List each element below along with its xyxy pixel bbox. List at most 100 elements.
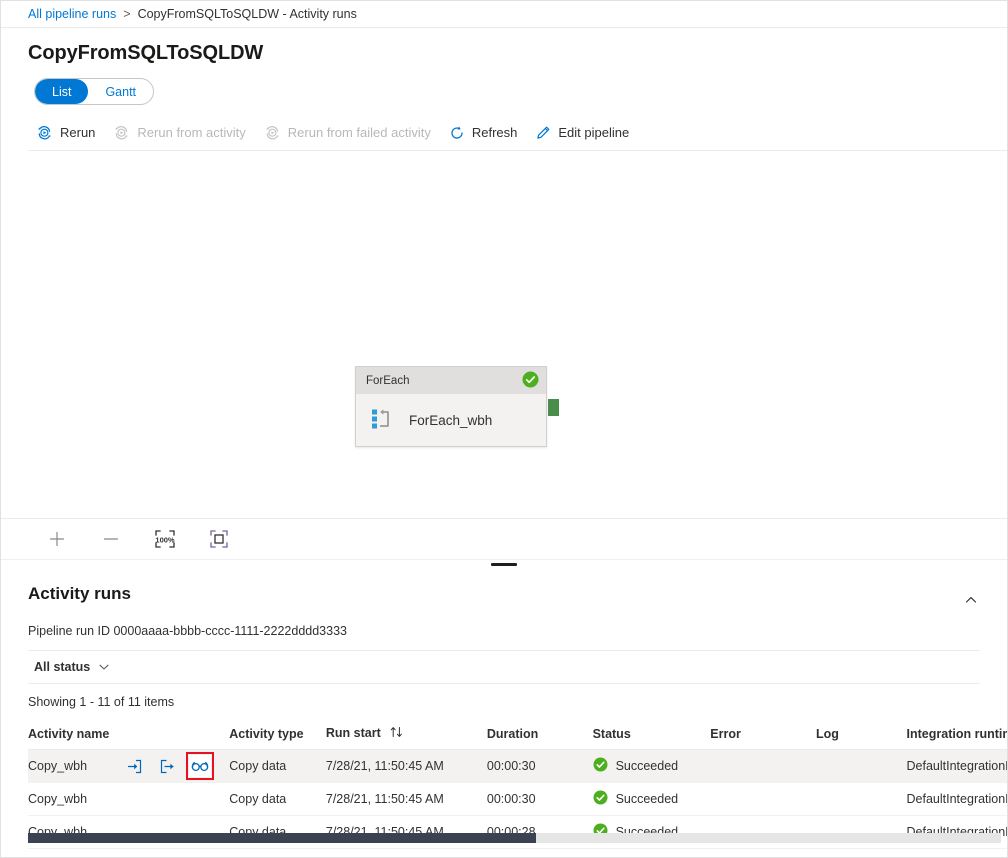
column-header-error[interactable]: Error [710,718,816,750]
cell-integration-runtime: DefaultIntegrationRuntime [907,783,1007,816]
collapse-panel-button[interactable] [957,586,985,614]
node-output-connector[interactable] [548,399,559,416]
column-header-activity-type[interactable]: Activity type [229,718,326,750]
status-success-icon [593,790,608,808]
fit-to-screen-icon [209,529,229,549]
cell-duration: 00:00:30 [487,750,593,783]
breadcrumb-current: CopyFromSQLToSQLDW - Activity runs [138,7,357,21]
refresh-icon [449,125,465,141]
command-bar: Rerun Rerun from activity [28,115,1007,151]
activity-runs-page: All pipeline runs > CopyFromSQLToSQLDW -… [0,0,1008,858]
cell-activity-name: Copy_wbh [28,783,229,816]
cell-activity-name: Copy_wbh [28,750,229,783]
cell-integration-runtime: DefaultIntegrationRuntime [907,750,1007,783]
rerun-from-activity-icon [113,124,130,141]
rerun-from-failed-activity-icon [264,124,281,141]
tab-list[interactable]: List [35,79,88,104]
cell-log [816,750,907,783]
zoom-100-percent-icon: 100% [154,529,176,549]
cell-activity-type: Copy data [229,816,326,849]
cell-run-start: 7/28/21, 11:50:45 AM [326,750,487,783]
activity-name-text: Copy_wbh [28,759,123,773]
splitter-handle[interactable] [491,563,517,566]
cell-duration: 00:00:28 [487,816,593,849]
column-header-status[interactable]: Status [593,718,711,750]
cell-run-start: 7/28/21, 11:50:45 AM [326,783,487,816]
cell-integration-runtime: DefaultIntegrationRuntime [907,816,1007,849]
status-text: Succeeded [616,792,679,806]
input-icon[interactable] [123,755,145,777]
breadcrumb: All pipeline runs > CopyFromSQLToSQLDW -… [1,1,1007,28]
foreach-icon [370,406,396,435]
edit-pipeline-label: Edit pipeline [558,125,629,140]
cell-run-start: 7/28/21, 11:50:45 AM [326,816,487,849]
rerun-label: Rerun [60,125,95,140]
table-row[interactable]: Copy_wbh Copy data 7/28/21, 11:50:45 AM … [28,816,1007,849]
zoom-in-button[interactable] [43,525,71,553]
cell-status: Succeeded [593,750,711,783]
cell-log [816,783,907,816]
cell-activity-name: Copy_wbh [28,816,229,849]
output-icon[interactable] [156,755,178,777]
activity-runs-table: Activity name Activity type Run start [28,718,1007,849]
column-header-activity-name[interactable]: Activity name [28,718,229,750]
rerun-from-activity-button: Rerun from activity [105,117,255,149]
node-header: ForEach [356,367,546,394]
view-pivot-container: List Gantt [1,65,1007,105]
cell-status: Succeeded [593,783,711,816]
status-filter-dropdown[interactable]: All status [28,654,116,680]
pencil-icon [535,125,551,141]
refresh-button[interactable]: Refresh [441,117,528,149]
breadcrumb-separator: > [123,7,130,21]
row-action-icons [123,755,211,777]
tab-gantt[interactable]: Gantt [88,79,153,104]
pipeline-canvas[interactable]: ForEach [1,151,1007,518]
column-header-log[interactable]: Log [816,718,907,750]
fit-to-screen-button[interactable] [205,525,233,553]
cell-error [710,783,816,816]
panel-splitter[interactable] [1,559,1007,570]
cell-duration: 00:00:30 [487,783,593,816]
column-header-duration[interactable]: Duration [487,718,593,750]
pipeline-node-foreach[interactable]: ForEach [355,366,547,447]
table-horizontal-scrollbar[interactable] [28,833,1001,843]
zoom-to-100-button[interactable]: 100% [151,525,179,553]
activity-runs-panel: Activity runs Pipeline run ID 0000aaaa-b… [1,570,1007,849]
chevron-up-icon [964,593,978,607]
showing-count-label: Showing 1 - 11 of 11 items [1,684,1007,709]
activity-runs-title: Activity runs [28,584,131,604]
column-header-run-start-label: Run start [326,726,381,740]
plus-icon [48,530,66,548]
view-pivot: List Gantt [34,78,154,105]
rerun-from-activity-label: Rerun from activity [137,125,245,140]
edit-pipeline-button[interactable]: Edit pipeline [527,117,639,149]
sort-ascending-descending-icon [390,726,404,741]
table-horizontal-scrollbar-thumb[interactable] [28,833,536,843]
cell-error [710,750,816,783]
activity-runs-table-container: Activity name Activity type Run start [1,718,1007,849]
table-row[interactable]: Copy_wbh Copy data 7/28/21, 11:50:45 AM … [28,783,1007,816]
cell-activity-type: Copy data [229,750,326,783]
cell-error [710,816,816,849]
node-name-label: ForEach_wbh [409,413,492,428]
rerun-button[interactable]: Rerun [28,117,105,149]
canvas-zoom-toolbar: 100% [1,518,1007,559]
node-body: ForEach_wbh [356,394,546,446]
breadcrumb-all-pipeline-runs-link[interactable]: All pipeline runs [28,7,116,21]
column-header-run-start[interactable]: Run start [326,718,487,750]
details-glasses-icon[interactable] [189,755,211,777]
chevron-down-icon [98,661,110,673]
cell-activity-type: Copy data [229,783,326,816]
status-text: Succeeded [616,759,679,773]
column-header-integration-runtime[interactable]: Integration runtime [907,718,1007,750]
rerun-from-failed-activity-button: Rerun from failed activity [256,117,441,149]
status-filter-label: All status [34,660,90,674]
rerun-from-failed-activity-label: Rerun from failed activity [288,125,431,140]
activity-name-text: Copy_wbh [28,792,123,806]
status-success-icon [593,757,608,775]
activity-runs-header: Activity runs [1,570,1007,614]
zoom-out-button[interactable] [97,525,125,553]
node-type-label: ForEach [366,375,409,387]
table-row[interactable]: Copy_wbh [28,750,1007,783]
cell-log [816,816,907,849]
